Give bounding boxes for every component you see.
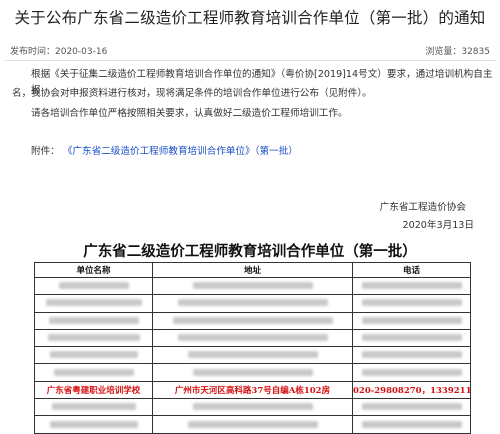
issuing-organization: 广东省工程造价协会 — [379, 202, 466, 213]
highlight-phone: 020-29808270，13392118535 — [352, 380, 471, 400]
table-row-redacted — [34, 398, 471, 417]
article-meta: 发布时间：2020-03-16 浏览量：32835 — [10, 44, 490, 58]
issue-date: 2020年3月13日 — [402, 220, 474, 231]
redacted-cell — [34, 398, 153, 417]
redacted-cell — [352, 328, 471, 348]
header-name: 单位名称 — [34, 262, 153, 278]
table-header-row: 单位名称 地址 电话 — [34, 262, 471, 278]
table-row-redacted — [34, 346, 471, 365]
redacted-cell — [352, 363, 471, 382]
divider — [4, 60, 496, 61]
header-phone: 电话 — [352, 262, 471, 278]
redacted-cell — [152, 363, 353, 382]
table-row-redacted — [34, 311, 471, 330]
redacted-cell — [352, 311, 471, 330]
paragraph-2: 请各培训合作单位严格按照相关要求，认真做好二级造价工程师培训工作。 — [31, 108, 348, 119]
redacted-cell — [352, 294, 471, 313]
partner-table: 单位名称 地址 电话 广东省粤建职业培训学校 广州市天河区高科路37号自编A栋1… — [34, 262, 471, 434]
redacted-cell — [34, 415, 153, 434]
redacted-cell — [34, 294, 153, 313]
paragraph-1-line-2: 名，我协会对申报资料进行核对，现将满足条件的培训合作单位进行公布（见附件）。 — [12, 88, 372, 99]
redacted-cell — [34, 328, 153, 348]
redacted-cell — [152, 294, 353, 313]
redacted-cell — [152, 276, 353, 296]
attachment-link[interactable]: 《广东省二级造价工程师教育培训合作单位》（第一批） — [63, 146, 298, 157]
redacted-cell — [152, 311, 353, 330]
redacted-cell — [152, 346, 353, 365]
table-row-redacted — [34, 415, 471, 434]
redacted-cell — [34, 311, 153, 330]
redacted-cell — [34, 346, 153, 365]
table-row-highlighted: 广东省粤建职业培训学校 广州市天河区高科路37号自编A栋102房 020-298… — [34, 380, 471, 400]
table-title: 广东省二级造价工程师教育培训合作单位（第一批） — [83, 243, 417, 260]
table-row-redacted — [34, 363, 471, 382]
attachment-label: 附件： — [31, 146, 60, 157]
redacted-cell — [152, 328, 353, 348]
article-title: 关于公布广东省二级造价工程师教育培训合作单位（第一批）的通知 — [14, 9, 486, 27]
highlight-address: 广州市天河区高科路37号自编A栋102房 — [152, 380, 353, 400]
redacted-cell — [352, 398, 471, 417]
redacted-cell — [352, 415, 471, 434]
highlight-name: 广东省粤建职业培训学校 — [34, 380, 153, 400]
table-row-redacted — [34, 276, 471, 296]
table-row-redacted — [34, 294, 471, 313]
attachment-line: 附件： 《广东省二级造价工程师教育培训合作单位》（第一批） — [31, 144, 298, 160]
publish-time: 发布时间：2020-03-16 — [10, 47, 108, 57]
redacted-cell — [34, 276, 153, 296]
redacted-cell — [152, 415, 353, 434]
table-row-redacted — [34, 328, 471, 348]
redacted-cell — [152, 398, 353, 417]
redacted-cell — [352, 346, 471, 365]
redacted-cell — [34, 363, 153, 382]
redacted-cell — [352, 276, 471, 296]
header-address: 地址 — [152, 262, 353, 278]
view-count: 浏览量：32835 — [425, 47, 490, 57]
